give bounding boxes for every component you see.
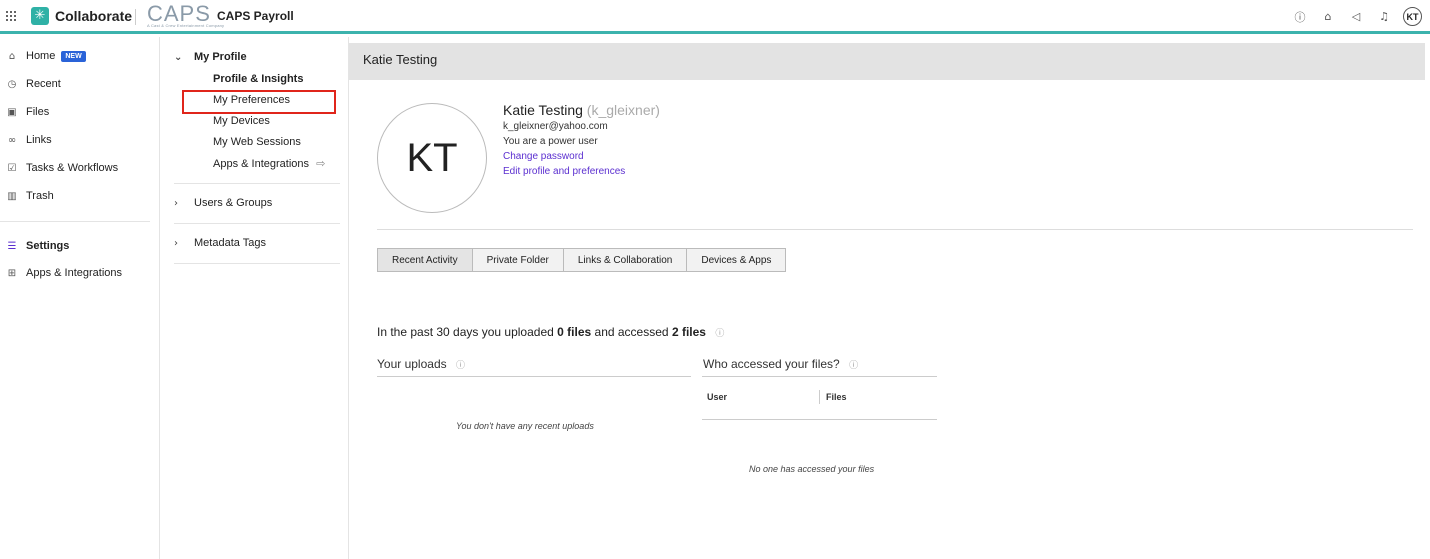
section-label: Users & Groups	[194, 197, 273, 209]
profile-email: k_gleixner@yahoo.com	[503, 121, 608, 132]
nav-item-home[interactable]: ⌂ Home NEW	[6, 47, 86, 65]
collaborate-logo-icon[interactable]: ✳	[31, 7, 49, 25]
home-icon: ⌂	[8, 50, 16, 62]
apps-icon: ⊞	[7, 267, 17, 279]
nav-item-trash[interactable]: ▥ Trash	[6, 187, 54, 205]
settings-sliders-icon: ☰	[7, 240, 17, 252]
uploads-divider	[377, 376, 691, 377]
top-bar: ✳ Collaborate CAPS A Cast & Crew Enterta…	[0, 0, 1430, 34]
nav-item-label: Apps & Integrations	[26, 267, 123, 279]
my-profile-section[interactable]: ⌄ My Profile	[174, 51, 247, 63]
nav-item-label: Links	[26, 134, 52, 146]
nav-item-label: Settings	[26, 240, 70, 252]
uploads-title: Your uploads ⓘ	[377, 357, 465, 371]
users-groups-section[interactable]: › Users & Groups	[174, 197, 272, 209]
accessed-empty-message: No one has accessed your files	[749, 464, 875, 474]
subnav-divider	[174, 223, 340, 224]
nav-item-label: Tasks & Workflows	[26, 162, 119, 174]
subnav-apps-integrations[interactable]: Apps & Integrations ⇨	[213, 157, 325, 170]
summary-middle: and accessed	[594, 325, 669, 339]
nav-item-tasks[interactable]: ☑ Tasks & Workflows	[6, 159, 119, 177]
tab-recent-activity[interactable]: Recent Activity	[378, 249, 473, 271]
change-password-link[interactable]: Change password	[503, 151, 584, 162]
nav-item-label: Home	[26, 50, 56, 62]
subnav-divider	[174, 183, 340, 184]
profile-role: You are a power user	[503, 136, 598, 147]
column-header-user: User	[707, 392, 728, 402]
top-icons: ⓘ ⌂ ◁ ♫ KT	[1291, 7, 1422, 26]
info-icon[interactable]: ⓘ	[849, 358, 858, 371]
new-badge: NEW	[61, 50, 86, 62]
section-label: Metadata Tags	[194, 237, 266, 249]
nav-item-label: Files	[26, 106, 50, 118]
nav-item-label: Trash	[26, 190, 54, 202]
link-icon: ∞	[7, 134, 17, 146]
left-nav: ⌂ Home NEW ◷ Recent ▣ Files ∞ Links ☑ Ta…	[0, 37, 160, 559]
profile-name-line: Katie Testing (k_gleixner)	[503, 102, 660, 118]
clock-icon: ◷	[7, 78, 17, 90]
tab-links-collaboration[interactable]: Links & Collaboration	[563, 249, 688, 271]
nav-item-label: Recent	[26, 78, 61, 90]
highlight-box	[182, 90, 336, 114]
app-grid-icon[interactable]	[6, 11, 16, 21]
accessed-divider	[702, 376, 937, 377]
subnav-divider	[174, 263, 340, 264]
subnav-my-devices[interactable]: My Devices	[213, 115, 270, 127]
subnav-profile-insights[interactable]: Profile & Insights	[213, 73, 303, 85]
chevron-right-icon: ›	[174, 197, 178, 209]
company-name: CAPS Payroll	[217, 9, 294, 23]
accessed-title: Who accessed your files? ⓘ	[703, 357, 858, 371]
trash-icon: ▥	[7, 190, 17, 202]
activity-summary: In the past 30 days you uploaded 0 files…	[377, 325, 724, 339]
avatar[interactable]: KT	[1403, 7, 1422, 26]
external-link-icon: ⇨	[316, 157, 326, 170]
table-header-divider	[702, 419, 937, 420]
section-label: My Profile	[194, 51, 247, 63]
subnav-my-web-sessions[interactable]: My Web Sessions	[213, 136, 301, 148]
column-header-files: Files	[826, 392, 847, 402]
graduation-cap-icon[interactable]: ⌂	[1319, 8, 1337, 26]
info-icon[interactable]: ⓘ	[456, 358, 465, 371]
main-divider	[377, 229, 1413, 230]
info-icon[interactable]: ⓘ	[715, 326, 724, 339]
profile-username: (k_gleixner)	[586, 102, 660, 118]
chevron-down-icon: ⌄	[174, 51, 183, 63]
nav-item-apps[interactable]: ⊞ Apps & Integrations	[6, 264, 122, 282]
page-title: Katie Testing	[349, 43, 1425, 80]
uploads-title-label: Your uploads	[377, 357, 447, 371]
nav-divider	[0, 221, 150, 222]
uploaded-count: 0 files	[557, 325, 592, 339]
accessed-title-label: Who accessed your files?	[703, 357, 840, 371]
nav-item-links[interactable]: ∞ Links	[6, 131, 52, 149]
edit-profile-link[interactable]: Edit profile and preferences	[503, 166, 625, 177]
nav-item-recent[interactable]: ◷ Recent	[6, 75, 61, 93]
profile-avatar: KT	[377, 103, 487, 213]
uploads-empty-message: You don't have any recent uploads	[456, 421, 594, 431]
accessed-count: 2 files	[671, 325, 706, 339]
tab-private-folder[interactable]: Private Folder	[472, 249, 564, 271]
caps-logo-subtitle: A Cast & Crew Entertainment Company	[147, 23, 225, 28]
activity-tabs: Recent Activity Private Folder Links & C…	[377, 248, 787, 272]
megaphone-icon[interactable]: ◁	[1347, 8, 1365, 26]
tasks-icon: ☑	[7, 162, 17, 174]
help-icon[interactable]: ⓘ	[1291, 8, 1309, 26]
column-separator	[819, 390, 820, 404]
subnav-item-label: Apps & Integrations	[213, 158, 310, 170]
summary-prefix: In the past 30 days you uploaded	[377, 325, 554, 339]
nav-item-settings[interactable]: ☰ Settings	[6, 237, 70, 255]
chevron-right-icon: ›	[174, 237, 178, 249]
files-icon: ▣	[7, 106, 17, 118]
settings-subnav: ⌄ My Profile Profile & Insights My Prefe…	[160, 37, 349, 559]
main-content: Katie Testing KT Katie Testing (k_gleixn…	[349, 37, 1430, 559]
bell-icon[interactable]: ♫	[1375, 8, 1393, 26]
nav-item-files[interactable]: ▣ Files	[6, 103, 49, 121]
brand-name[interactable]: Collaborate	[55, 8, 132, 24]
profile-name: Katie Testing	[503, 102, 583, 118]
tab-devices-apps[interactable]: Devices & Apps	[687, 249, 786, 271]
metadata-tags-section[interactable]: › Metadata Tags	[174, 237, 266, 249]
brand-separator	[135, 9, 136, 25]
